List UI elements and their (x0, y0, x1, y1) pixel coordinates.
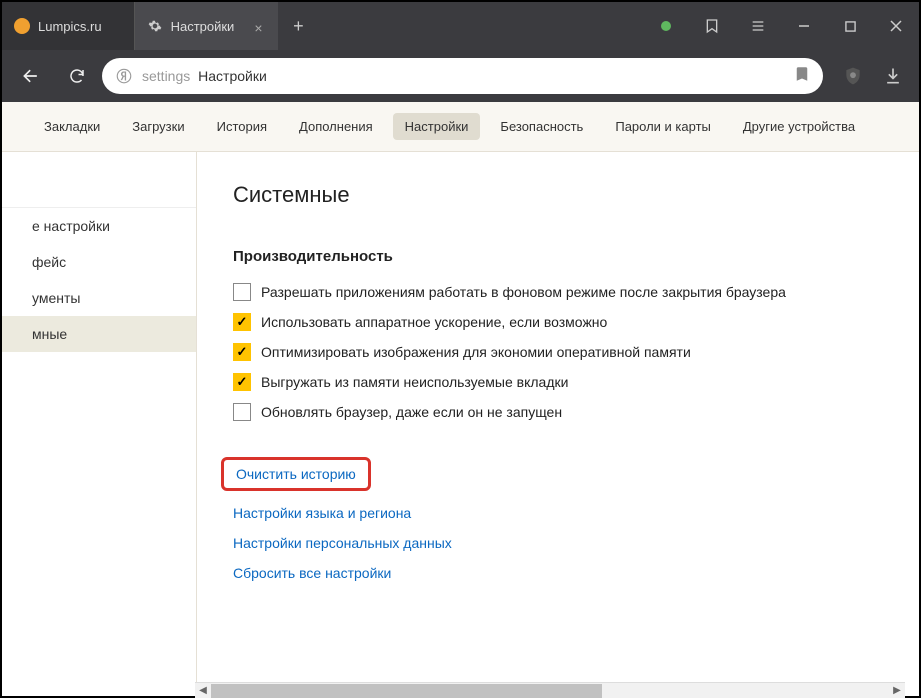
settings-tabs: Закладки Загрузки История Дополнения Нас… (2, 102, 919, 152)
address-text: settings Настройки (142, 68, 267, 84)
bookmark-icon[interactable] (793, 65, 811, 88)
address-bar[interactable]: settings Настройки (102, 58, 823, 94)
sidebar-item-system[interactable]: мные (2, 316, 196, 352)
tab-lumpics[interactable]: Lumpics.ru (2, 2, 135, 50)
content-area: е настройки фейс ументы мные Системные П… (2, 152, 919, 696)
checkbox-row: Обновлять браузер, даже если он не запущ… (233, 403, 883, 421)
checkbox-label: Использовать аппаратное ускорение, если … (261, 314, 607, 330)
checkbox-bg-apps[interactable] (233, 283, 251, 301)
subnav-history[interactable]: История (205, 113, 279, 140)
sidebar-item[interactable]: ументы (2, 280, 196, 316)
sidebar-item[interactable]: фейс (2, 244, 196, 280)
checkbox-hw-accel[interactable] (233, 313, 251, 331)
minimize-button[interactable] (781, 2, 827, 50)
checkbox-label: Обновлять браузер, даже если он не запущ… (261, 404, 562, 420)
new-tab-button[interactable]: + (278, 2, 318, 50)
address-page: Настройки (198, 68, 267, 84)
page-title: Системные (233, 182, 883, 208)
action-links: Очистить историю Настройки языка и регио… (233, 457, 883, 581)
checkbox-row: Выгружать из памяти неиспользуемые вклад… (233, 373, 883, 391)
checkbox-row: Использовать аппаратное ускорение, если … (233, 313, 883, 331)
checkbox-label: Оптимизировать изображения для экономии … (261, 344, 691, 360)
subnav-settings[interactable]: Настройки (393, 113, 481, 140)
menu-icon[interactable] (735, 2, 781, 50)
tab-title: Настройки (171, 19, 235, 34)
checkbox-optimize-img[interactable] (233, 343, 251, 361)
tab-title: Lumpics.ru (38, 19, 102, 34)
checkbox-label: Разрешать приложениям работать в фоновом… (261, 284, 786, 300)
ublock-icon[interactable] (835, 58, 871, 94)
downloads-icon[interactable] (875, 58, 911, 94)
close-icon[interactable]: × (254, 20, 266, 32)
reload-button[interactable] (56, 56, 98, 96)
link-language-region[interactable]: Настройки языка и региона (233, 505, 411, 521)
checkbox-update-closed[interactable] (233, 403, 251, 421)
tab-favicon (14, 18, 30, 34)
gear-icon (147, 18, 163, 34)
group-title: Производительность (233, 248, 883, 265)
window-controls (643, 2, 919, 50)
status-indicator (643, 2, 689, 50)
toolbar-extensions (835, 58, 911, 94)
subnav-downloads[interactable]: Загрузки (120, 113, 196, 140)
bookmarks-panel-icon[interactable] (689, 2, 735, 50)
link-clear-history[interactable]: Очистить историю (221, 457, 371, 491)
subnav-bookmarks[interactable]: Закладки (32, 113, 112, 140)
subnav-devices[interactable]: Другие устройства (731, 113, 867, 140)
scroll-left-icon[interactable]: ◀ (195, 683, 211, 699)
scroll-right-icon[interactable]: ▶ (889, 683, 905, 699)
checkbox-label: Выгружать из памяти неиспользуемые вклад… (261, 374, 568, 390)
link-reset-settings[interactable]: Сбросить все настройки (233, 565, 391, 581)
settings-sidebar: е настройки фейс ументы мные (2, 152, 197, 696)
maximize-button[interactable] (827, 2, 873, 50)
yandex-icon (114, 66, 134, 86)
sidebar-search[interactable] (2, 160, 196, 208)
subnav-passwords[interactable]: Пароли и карты (603, 113, 723, 140)
tab-settings[interactable]: Настройки × (135, 2, 279, 50)
subnav-addons[interactable]: Дополнения (287, 113, 385, 140)
link-personal-data[interactable]: Настройки персональных данных (233, 535, 452, 551)
horizontal-scrollbar[interactable]: ◀ ▶ (195, 682, 905, 698)
scrollbar-thumb[interactable] (211, 684, 602, 698)
back-button[interactable] (10, 56, 52, 96)
sidebar-item[interactable]: е настройки (2, 208, 196, 244)
checkbox-unload-tabs[interactable] (233, 373, 251, 391)
toolbar: settings Настройки (2, 50, 919, 102)
address-prefix: settings (142, 68, 190, 84)
checkbox-row: Оптимизировать изображения для экономии … (233, 343, 883, 361)
checkbox-row: Разрешать приложениям работать в фоновом… (233, 283, 883, 301)
settings-main: Системные Производительность Разрешать п… (197, 152, 919, 696)
subnav-security[interactable]: Безопасность (488, 113, 595, 140)
close-window-button[interactable] (873, 2, 919, 50)
titlebar: Lumpics.ru Настройки × + (2, 2, 919, 50)
